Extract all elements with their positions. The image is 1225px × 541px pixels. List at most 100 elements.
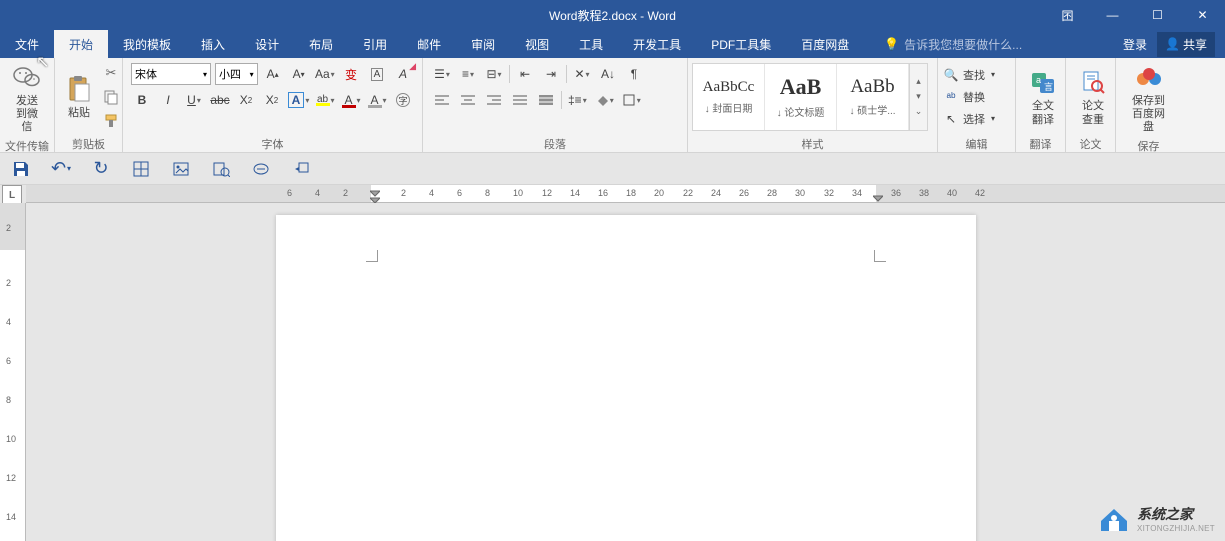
superscript-button[interactable]: X2 [261, 89, 283, 111]
watermark-text-en: XITONGZHIJIA.NET [1137, 524, 1215, 533]
styles-more[interactable]: ▴▾⌄ [909, 64, 927, 130]
tab-references[interactable]: 引用 [348, 30, 402, 58]
page[interactable] [276, 215, 976, 541]
multilevel-button[interactable]: ⊟ [483, 63, 505, 85]
style-thesis-title[interactable]: AaB ↓ 论文标题 [765, 64, 837, 130]
replace-icon: ᵃᵇ [943, 90, 959, 104]
cut-button[interactable]: ✂ [101, 63, 121, 83]
hyperlink-button[interactable] [250, 158, 272, 180]
tab-insert[interactable]: 插入 [186, 30, 240, 58]
highlight-button[interactable]: ab [314, 89, 336, 111]
document-area[interactable] [26, 203, 1225, 541]
tab-pdf[interactable]: PDF工具集 [696, 30, 786, 58]
font-size-select[interactable]: 小四▾ [215, 63, 258, 85]
bullets-button[interactable]: ☰ [431, 63, 453, 85]
group-label-editing: 编辑 [938, 135, 1015, 152]
group-label-styles: 样式 [688, 135, 937, 152]
quick-access-toolbar: ↶▾ ↻ [0, 153, 1225, 185]
indent-marker[interactable] [370, 187, 380, 203]
bold-button[interactable]: B [131, 89, 153, 111]
paste-button[interactable]: 粘贴 [60, 73, 98, 120]
text-effects-button[interactable]: A [287, 89, 310, 111]
preview-button[interactable] [210, 158, 232, 180]
tab-tools[interactable]: 工具 [564, 30, 618, 58]
tab-review[interactable]: 审阅 [456, 30, 510, 58]
char-shading-button[interactable]: A [366, 89, 388, 111]
watermark-text-cn: 系统之家 [1137, 504, 1215, 524]
font-color-button[interactable]: A [340, 89, 362, 111]
phonetic-guide-button[interactable]: 变 [340, 63, 362, 85]
save-button[interactable] [10, 158, 32, 180]
decrease-indent-button[interactable]: ⇤ [514, 63, 536, 85]
borders-button[interactable] [620, 89, 643, 111]
clipboard-icon [63, 73, 95, 105]
save-to-cloud-button[interactable]: 保存到百度网盘 [1121, 61, 1176, 135]
tab-baidu[interactable]: 百度网盘 [786, 30, 864, 58]
bulb-icon: 💡 [884, 37, 899, 51]
grow-font-button[interactable]: A▴ [262, 63, 284, 85]
maximize-button[interactable]: ☐ [1135, 0, 1180, 30]
tell-me-search[interactable]: 💡 告诉我您想要做什么... [884, 30, 1022, 58]
font-name-select[interactable]: 宋体▾ [131, 63, 211, 85]
comment-button[interactable] [290, 158, 312, 180]
find-button[interactable]: 🔍查找▾ [943, 65, 995, 85]
format-painter-button[interactable] [101, 111, 121, 131]
table-button[interactable] [130, 158, 152, 180]
wechat-icon [11, 61, 43, 93]
replace-button[interactable]: ᵃᵇ替换 [943, 87, 995, 107]
select-button[interactable]: ↖选择▾ [943, 109, 995, 129]
picture-button[interactable] [170, 158, 192, 180]
increase-indent-button[interactable]: ⇥ [540, 63, 562, 85]
style-cover-date[interactable]: AaBbCc ↓ 封面日期 [693, 64, 765, 130]
tab-layout[interactable]: 布局 [294, 30, 348, 58]
justify-button[interactable] [509, 89, 531, 111]
strikethrough-button[interactable]: abc [209, 89, 231, 111]
redo-button[interactable]: ↻ [90, 158, 112, 180]
undo-button[interactable]: ↶▾ [50, 158, 72, 180]
sort-button[interactable]: A↓ [597, 63, 619, 85]
close-button[interactable]: ✕ [1180, 0, 1225, 30]
char-border-button[interactable]: A [366, 63, 388, 85]
tab-design[interactable]: 设计 [240, 30, 294, 58]
tab-file[interactable]: 文件 [0, 30, 54, 58]
tab-developer[interactable]: 开发工具 [618, 30, 696, 58]
numbering-button[interactable]: ≡ [457, 63, 479, 85]
send-to-wechat-button[interactable]: 发送到微信 [5, 61, 49, 135]
shrink-font-button[interactable]: A▾ [288, 63, 310, 85]
horizontal-ruler[interactable]: 6422468101214161820222426283032343638404… [26, 185, 1225, 203]
login-link[interactable]: 登录 [1123, 36, 1147, 53]
tab-home[interactable]: 开始 [54, 30, 108, 58]
line-spacing-button[interactable]: ‡≡ [566, 89, 589, 111]
underline-button[interactable]: U [183, 89, 205, 111]
share-button[interactable]: 👤 共享 [1157, 32, 1215, 57]
title-bar: Word教程2.docx - Word 囨 — ☐ ✕ [0, 0, 1225, 30]
align-center-button[interactable] [457, 89, 479, 111]
group-label-translate: 翻译 [1016, 135, 1065, 152]
account-icon[interactable]: 囨 [1045, 0, 1090, 30]
translate-button[interactable]: a言 全文翻译 [1021, 61, 1065, 132]
align-right-button[interactable] [483, 89, 505, 111]
cursor-icon: ↖ [943, 112, 959, 126]
distribute-button[interactable] [535, 89, 557, 111]
thesis-check-button[interactable]: 论文查重 [1071, 61, 1115, 132]
tab-mailings[interactable]: 邮件 [402, 30, 456, 58]
enclose-char-button[interactable]: 字 [392, 89, 414, 111]
change-case-button[interactable]: Aa [314, 63, 336, 85]
styles-gallery: AaBbCc ↓ 封面日期 AaB ↓ 论文标题 AaBb ↓ 硕士学... ▴… [692, 63, 928, 131]
tab-selector[interactable]: L [2, 185, 22, 205]
subscript-button[interactable]: X2 [235, 89, 257, 111]
vertical-ruler[interactable]: 22468101214 [0, 203, 26, 541]
italic-button[interactable]: I [157, 89, 179, 111]
copy-button[interactable] [101, 87, 121, 107]
tab-mytemplate[interactable]: 我的模板 [108, 30, 186, 58]
right-indent-marker[interactable] [873, 194, 883, 202]
clear-format-button[interactable]: A◢ [392, 63, 414, 85]
asian-layout-button[interactable]: ✕ [571, 63, 593, 85]
margin-corner-tl [366, 250, 378, 262]
tab-view[interactable]: 视图 [510, 30, 564, 58]
shading-button[interactable] [593, 89, 616, 111]
style-master[interactable]: AaBb ↓ 硕士学... [837, 64, 909, 130]
align-left-button[interactable] [431, 89, 453, 111]
minimize-button[interactable]: — [1090, 0, 1135, 30]
show-hide-button[interactable]: ¶ [623, 63, 645, 85]
